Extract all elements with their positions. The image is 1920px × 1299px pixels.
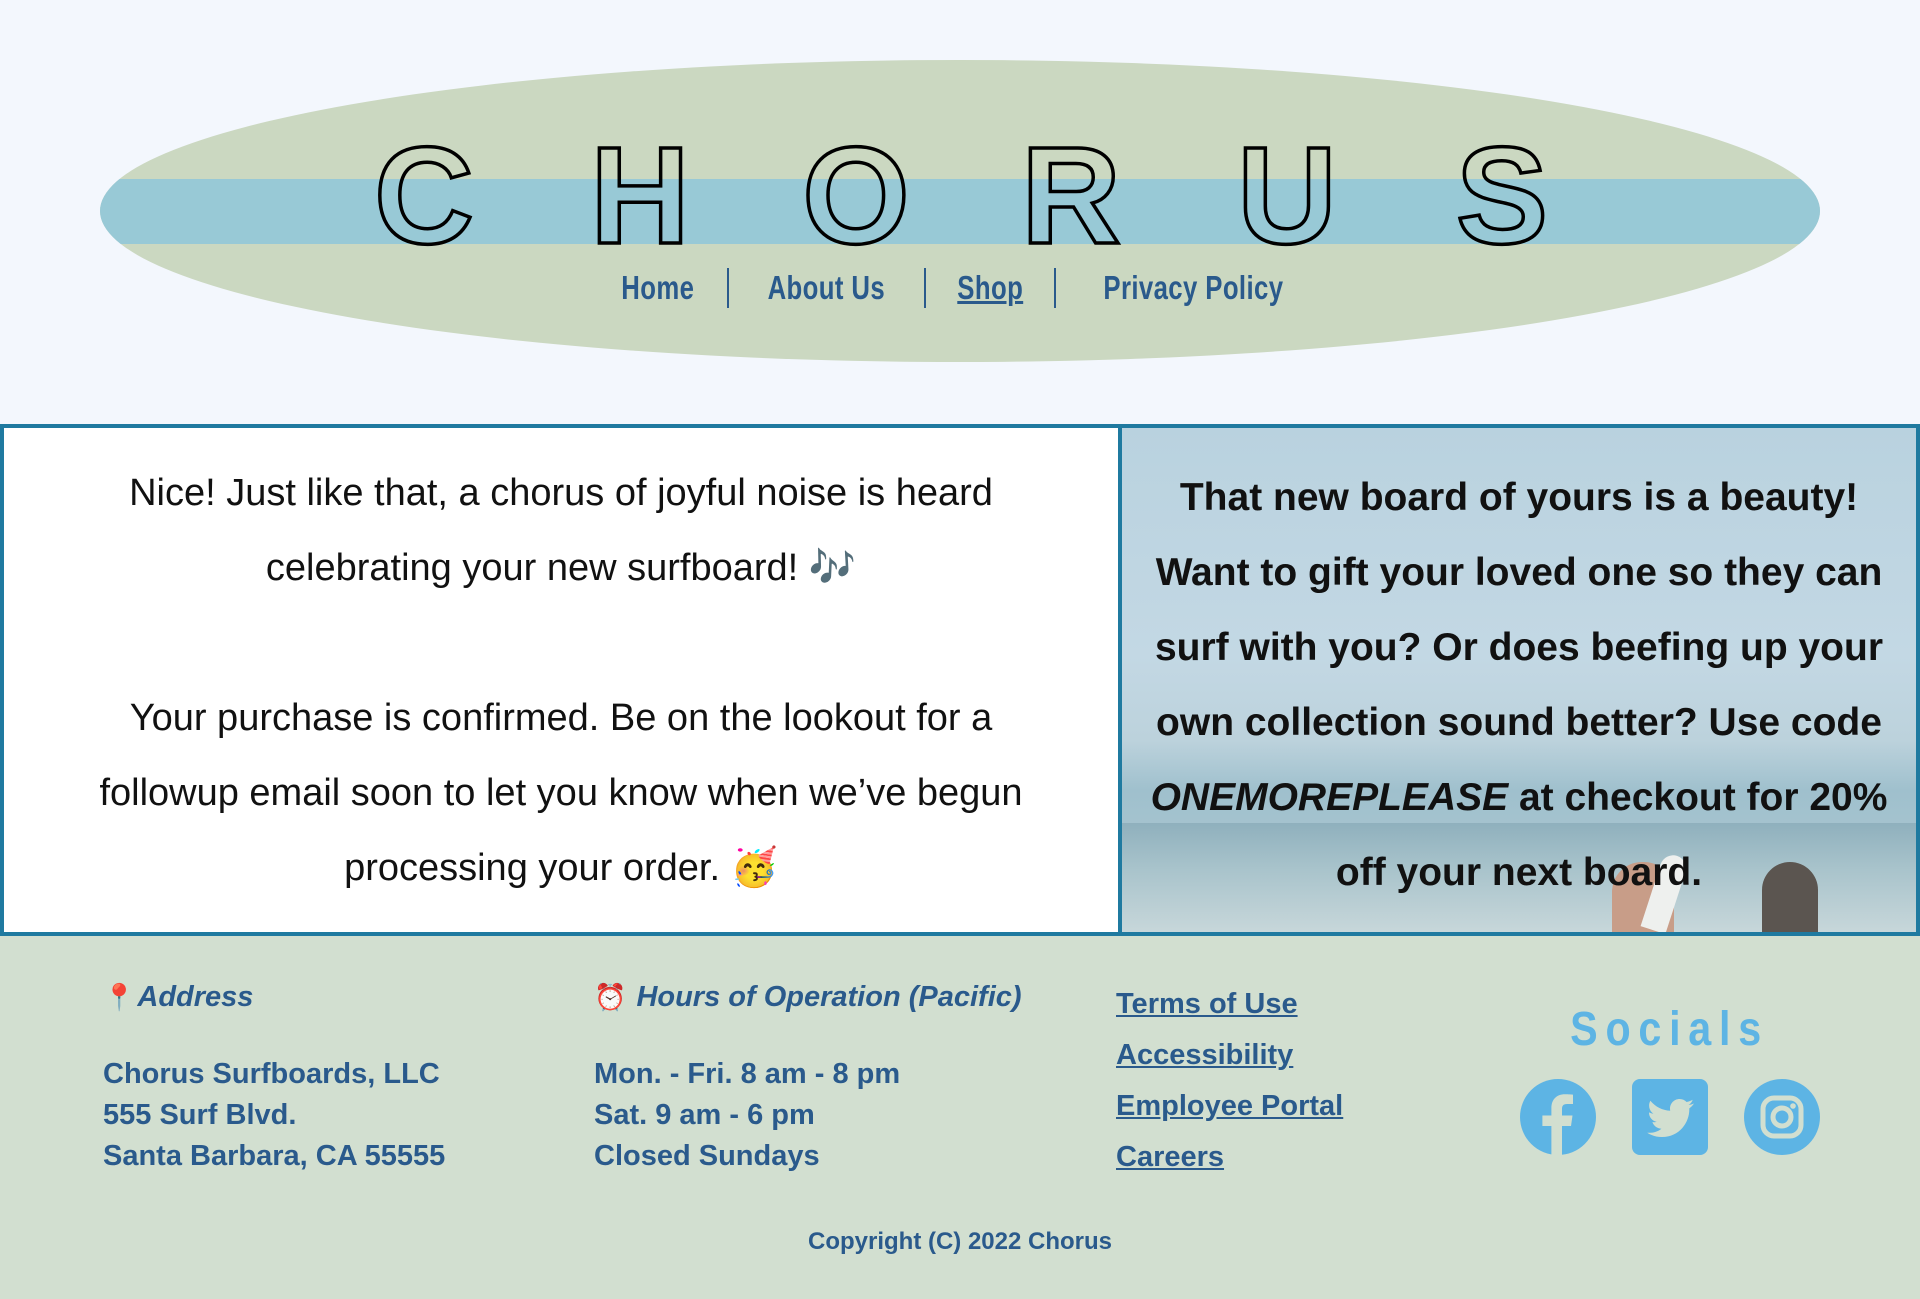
nav-home-link[interactable]: Home [621, 269, 694, 307]
main-nav: Home About Us Shop Privacy Policy [0, 268, 1920, 308]
confirmation-details: Your purchase is confirmed. Be on the lo… [99, 697, 1023, 889]
careers-link[interactable]: Careers [1116, 1132, 1343, 1183]
footer-links: Terms of Use Accessibility Employee Port… [1116, 979, 1343, 1183]
hours-line: Mon. - Fri. 8 am - 8 pm [594, 1058, 901, 1090]
address-heading: 📍Address [103, 981, 445, 1014]
twitter-icon[interactable] [1632, 1079, 1708, 1155]
alarm-clock-icon: ⏰ [594, 982, 627, 1012]
nav-divider [1054, 268, 1056, 308]
footer-address: 📍Address Chorus Surfboards, LLC 555 Surf… [103, 981, 445, 1177]
confirmation-panel: Nice! Just like that, a chorus of joyful… [4, 428, 1122, 932]
accessibility-link[interactable]: Accessibility [1116, 1030, 1343, 1081]
address-line: Chorus Surfboards, LLC [103, 1058, 440, 1090]
facebook-icon[interactable] [1520, 1079, 1596, 1155]
social-icons [1505, 1079, 1835, 1155]
socials-title: Socials [1570, 1003, 1770, 1056]
address-lines: Chorus Surfboards, LLC 555 Surf Blvd. Sa… [103, 1054, 445, 1177]
promo-text: That new board of yours is a beauty! Wan… [1142, 460, 1896, 910]
logo-letter: U [1237, 119, 1337, 253]
logo-letter: H [590, 119, 690, 253]
nav-divider [726, 268, 729, 308]
nav-divider [923, 268, 926, 308]
hours-heading: ⏰ Hours of Operation (Pacific) [594, 981, 1022, 1014]
address-line: 555 Surf Blvd. [103, 1099, 297, 1131]
hours-line: Sat. 9 am - 6 pm [594, 1099, 815, 1131]
address-line: Santa Barbara, CA 55555 [103, 1140, 446, 1172]
site-header: C H O R U S Home About Us Shop Privacy P… [0, 0, 1920, 424]
hours-line: Closed Sundays [594, 1140, 820, 1172]
main-content: Nice! Just like that, a chorus of joyful… [0, 424, 1920, 936]
address-title: Address [137, 981, 254, 1013]
nav-about-link[interactable]: About Us [767, 269, 885, 307]
logo-letter: O [802, 119, 909, 253]
copyright-text: Copyright (C) 2022 Chorus [807, 1228, 1113, 1255]
terms-of-use-link[interactable]: Terms of Use [1116, 979, 1343, 1030]
logo-letter: C [374, 119, 474, 253]
promo-text-before: That new board of yours is a beauty! Wan… [1154, 476, 1884, 744]
site-logo[interactable]: C H O R U S [0, 113, 1920, 253]
hours-title: Hours of Operation (Pacific) [636, 981, 1022, 1013]
employee-portal-link[interactable]: Employee Portal [1116, 1081, 1343, 1132]
footer-hours: ⏰ Hours of Operation (Pacific) Mon. - Fr… [594, 981, 1022, 1177]
confirmation-message: Nice! Just like that, a chorus of joyful… [129, 472, 993, 589]
instagram-icon[interactable] [1744, 1079, 1820, 1155]
site-footer: 📍Address Chorus Surfboards, LLC 555 Surf… [0, 936, 1920, 1299]
promo-code: ONEMOREPLEASE [1150, 776, 1509, 819]
hours-lines: Mon. - Fri. 8 am - 8 pm Sat. 9 am - 6 pm… [594, 1054, 1022, 1177]
nav-shop-link[interactable]: Shop [957, 269, 1023, 307]
logo-letter: R [1021, 119, 1121, 253]
nav-privacy-link[interactable]: Privacy Policy [1103, 269, 1283, 307]
socials-section: Socials [1505, 1002, 1835, 1155]
pin-icon: 📍 [103, 982, 136, 1012]
logo-letter: S [1456, 119, 1548, 253]
promo-panel: That new board of yours is a beauty! Wan… [1122, 428, 1916, 932]
